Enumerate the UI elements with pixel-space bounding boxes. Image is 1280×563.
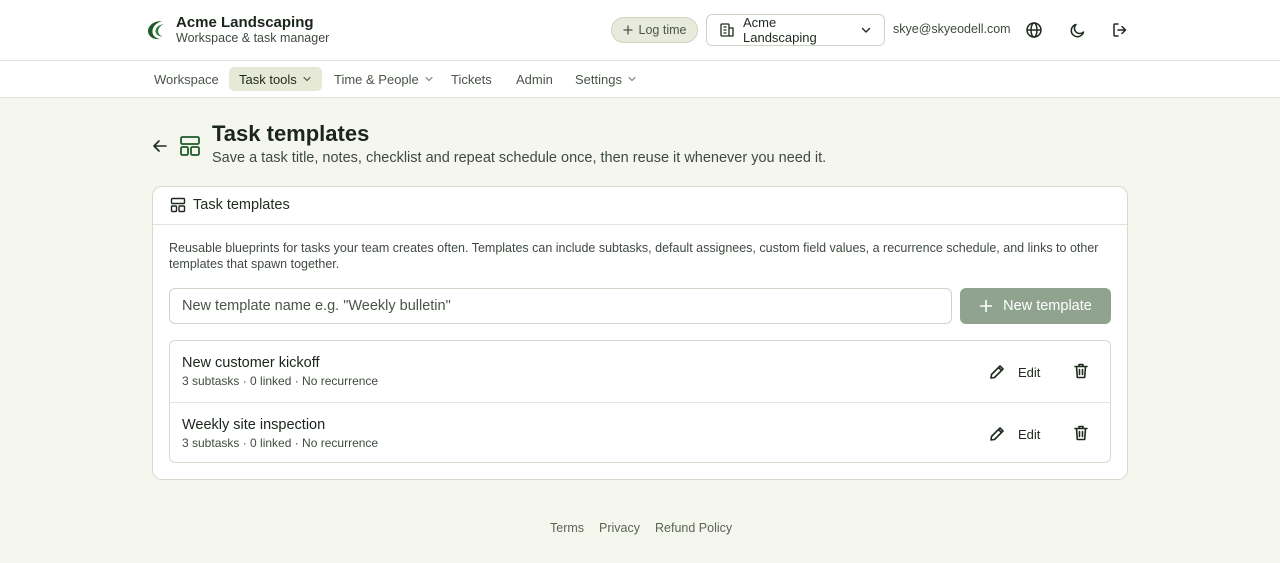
nav-item-time-people[interactable]: Time & People — [324, 67, 444, 91]
template-name-input[interactable] — [169, 288, 952, 324]
card-header: Task templates — [153, 187, 1127, 225]
nav-item-label: Tickets — [451, 71, 492, 87]
chevron-down-icon — [425, 76, 433, 82]
brand-logo-icon — [148, 21, 164, 40]
footer-link-refund-policy[interactable]: Refund Policy — [655, 521, 732, 535]
plus-icon — [979, 299, 993, 313]
top-bar: Acme Landscaping Workspace & task manage… — [0, 0, 1280, 61]
templates-card: Task templates Reusable blueprints for t… — [152, 186, 1128, 480]
back-arrow-icon[interactable] — [150, 137, 170, 155]
trash-icon[interactable] — [1072, 362, 1090, 380]
nav-item-tickets[interactable]: Tickets — [441, 67, 502, 91]
building-icon — [720, 23, 734, 37]
list-item: Weekly site inspection 3 subtasks · 0 li… — [170, 402, 1110, 463]
page-title: Task templates — [212, 121, 370, 146]
template-meta: 3 subtasks · 0 linked · No recurrence — [182, 374, 379, 388]
nav-item-label: Time & People — [334, 71, 419, 87]
edit-label: Edit — [1018, 364, 1041, 380]
pencil-icon — [990, 365, 1004, 379]
user-email: skye@skyeodell.com — [893, 22, 1011, 36]
nav-item-admin[interactable]: Admin — [506, 67, 563, 91]
language-button[interactable] — [1024, 20, 1044, 40]
card-description: Reusable blueprints for tasks your team … — [169, 241, 1099, 271]
trash-icon[interactable] — [1072, 424, 1090, 442]
workspace-select[interactable]: Acme Landscaping — [706, 14, 885, 46]
log-time-button[interactable]: Log time — [611, 17, 698, 43]
template-icon — [170, 197, 186, 213]
workspace-select-value: Acme Landscaping — [743, 15, 817, 45]
nav-item-workspace[interactable]: Workspace — [144, 67, 229, 91]
nav-item-label: Task tools — [239, 71, 297, 87]
template-name: New customer kickoff — [182, 355, 320, 371]
template-icon — [180, 136, 200, 156]
plus-icon — [622, 25, 633, 35]
edit-button[interactable]: Edit — [988, 361, 1040, 383]
chevron-down-icon — [861, 27, 871, 33]
new-template-button[interactable]: New template — [960, 288, 1111, 324]
nav-item-settings[interactable]: Settings — [565, 67, 647, 91]
chevron-down-icon — [303, 76, 311, 82]
new-template-label: New template — [1003, 298, 1092, 314]
pencil-icon — [990, 427, 1004, 441]
moon-icon — [1070, 23, 1085, 38]
nav-item-label: Settings — [575, 71, 622, 87]
brand-name: Acme Landscaping — [176, 14, 314, 31]
page-subtitle: Save a task title, notes, checklist and … — [212, 150, 827, 166]
list-item: New customer kickoff 3 subtasks · 0 link… — [170, 341, 1110, 402]
nav-item-task-tools[interactable]: Task tools — [229, 67, 322, 91]
edit-button[interactable]: Edit — [988, 423, 1040, 445]
template-meta: 3 subtasks · 0 linked · No recurrence — [182, 436, 379, 450]
footer-link-terms[interactable]: Terms — [550, 521, 584, 535]
footer-link-privacy[interactable]: Privacy — [599, 521, 640, 535]
logout-icon — [1113, 23, 1127, 37]
globe-icon — [1026, 22, 1042, 38]
main-nav: Workspace Task tools Time & People Ticke… — [0, 61, 1280, 98]
nav-item-label: Admin — [516, 71, 553, 87]
chevron-down-icon — [628, 76, 636, 82]
template-name: Weekly site inspection — [182, 417, 326, 433]
logout-button[interactable] — [1110, 20, 1130, 40]
card-title: Task templates — [193, 197, 290, 213]
edit-label: Edit — [1018, 426, 1041, 442]
nav-item-label: Workspace — [154, 71, 219, 87]
template-list: New customer kickoff 3 subtasks · 0 link… — [169, 340, 1111, 463]
log-time-label: Log time — [638, 23, 687, 37]
theme-toggle-button[interactable] — [1068, 20, 1088, 40]
brand-subtitle: Workspace & task manager — [176, 31, 330, 45]
